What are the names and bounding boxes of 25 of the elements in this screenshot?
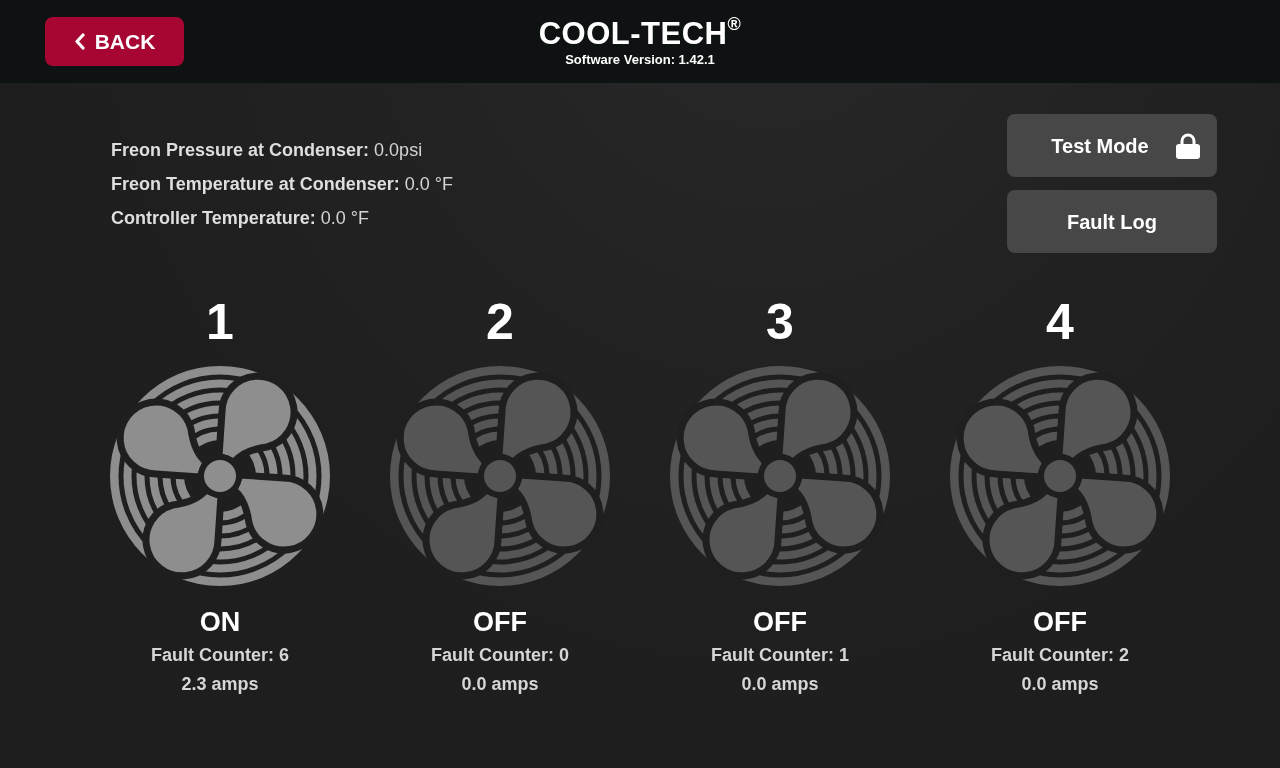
fan-status: OFF [753,606,807,638]
current-text: 0.0 amps [741,673,819,696]
brand-title: COOL-TECH$^{®}$ [538,17,742,51]
reading-text: Controller Temperature: 0.0 °F [111,207,370,230]
version-text: Software Version: 1.42.1 [565,52,715,68]
current-text: 0.0 amps [461,673,539,696]
fan-status: ON [199,606,241,638]
fault-counter-text: Fault Counter: 2 [991,644,1129,667]
reading-text: Freon Pressure at Condenser: 0.0psi [111,139,424,162]
menu-button[interactable]: Fault Log [1007,190,1217,253]
fan-number: 3 [766,294,794,350]
fault-counter-text: Fault Counter: 1 [711,644,849,667]
fan-status: OFF [1033,606,1087,638]
chevron-left-icon [73,33,85,50]
fan-number: 2 [486,294,514,350]
reading-text: Freon Temperature at Condenser: 0.0 °F [111,173,453,196]
fault-counter-text: Fault Counter: 6 [151,644,289,667]
current-text: 0.0 amps [1021,673,1099,696]
fan-number: 4 [1046,294,1074,350]
current-text: 2.3 amps [181,673,259,696]
back-button[interactable]: BACK [45,17,184,66]
fault-counter-text: Fault Counter: 0 [431,644,569,667]
menu-button[interactable]: Test Mode [1007,114,1217,177]
fan-status: OFF [473,606,527,638]
fan-number: 1 [206,294,234,350]
